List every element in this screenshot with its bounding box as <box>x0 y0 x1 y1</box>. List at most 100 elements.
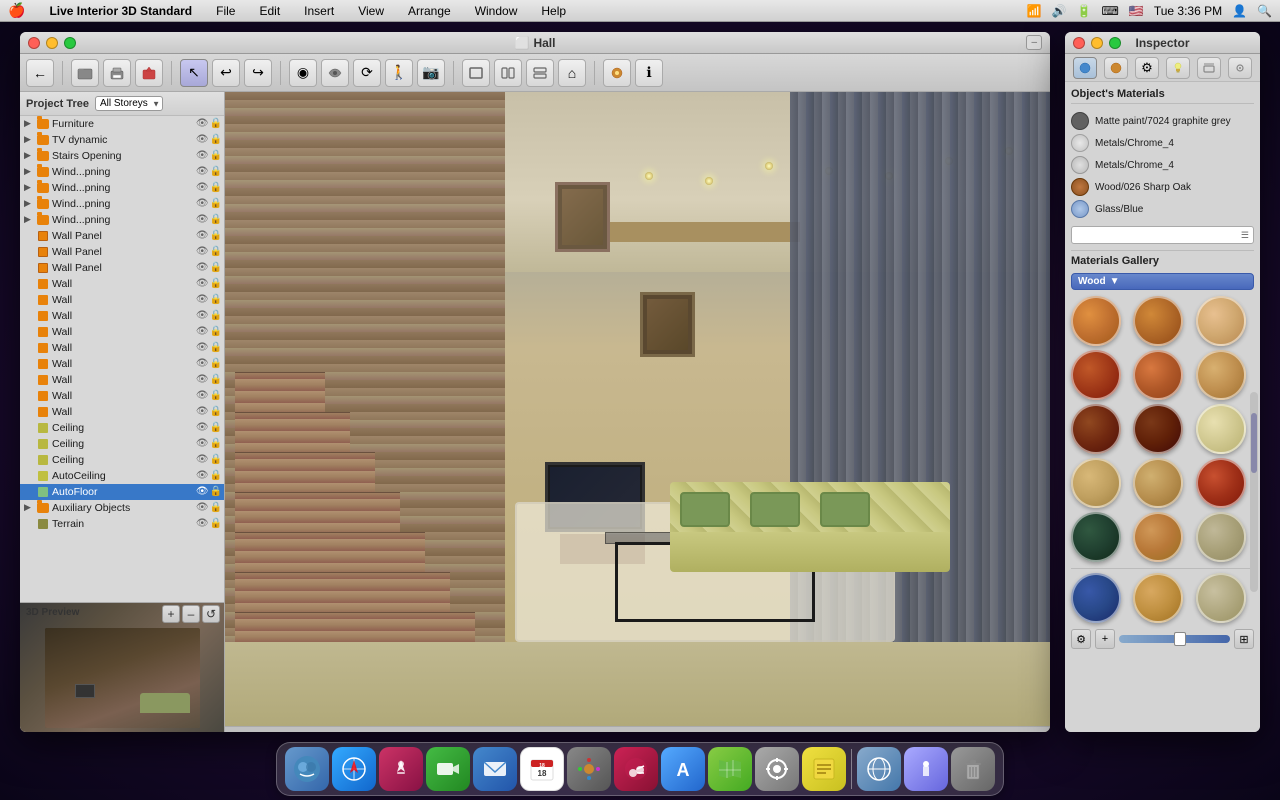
maximize-button[interactable] <box>64 37 76 49</box>
mat-swatch-13[interactable] <box>1133 512 1183 562</box>
dock-item-facetime[interactable] <box>426 747 470 791</box>
open-button[interactable] <box>71 59 99 87</box>
tree-item-wall3[interactable]: Wall 👁🔒 <box>20 308 224 324</box>
file-menu[interactable]: File <box>212 2 239 20</box>
user-icon[interactable]: 👤 <box>1232 4 1247 18</box>
gallery-category-dropdown[interactable]: Wood ▼ <box>1071 273 1254 290</box>
mat-swatch-2[interactable] <box>1196 296 1246 346</box>
help-menu[interactable]: Help <box>537 2 570 20</box>
dock-item-launchpad2[interactable] <box>904 747 948 791</box>
select-tool[interactable]: ↖ <box>180 59 208 87</box>
keyboard-icon[interactable]: ⌨ <box>1102 4 1119 18</box>
mat-swatch-14[interactable] <box>1196 512 1246 562</box>
gallery-settings-button[interactable]: ⚙ <box>1071 629 1091 649</box>
material-row-5[interactable]: Glass/Blue <box>1071 198 1254 220</box>
battery-icon[interactable]: 🔋 <box>1077 4 1092 18</box>
tree-item-wall5[interactable]: Wall 👁🔒 <box>20 340 224 356</box>
tree-item-window3[interactable]: ▶ Wind...pning 👁🔒 <box>20 196 224 212</box>
reset-view-button[interactable]: ↺ <box>202 605 220 623</box>
gallery-view-button[interactable]: ⊞ <box>1234 629 1254 649</box>
tree-item-wall2[interactable]: Wall 👁🔒 <box>20 292 224 308</box>
tree-item-ceiling3[interactable]: Ceiling 👁🔒 <box>20 452 224 468</box>
dock-item-appstore[interactable]: A <box>661 747 705 791</box>
mat-swatch-12[interactable] <box>1071 512 1121 562</box>
inspector-tab-object[interactable] <box>1073 57 1097 79</box>
dock-item-launchpad[interactable] <box>379 747 423 791</box>
tree-toggle[interactable]: ▶ <box>24 118 36 129</box>
tree-item-wall1[interactable]: Wall 👁🔒 <box>20 276 224 292</box>
tree-toggle[interactable]: ▶ <box>24 182 36 193</box>
dock-item-maps[interactable] <box>708 747 752 791</box>
tree-item-wall9[interactable]: Wall 👁🔒 <box>20 404 224 420</box>
dock-item-stickies[interactable] <box>802 747 846 791</box>
slider-thumb[interactable] <box>1174 632 1186 646</box>
share-button[interactable] <box>135 59 163 87</box>
tree-item-autofloor[interactable]: AutoFloor 👁🔒 <box>20 484 224 500</box>
mat-swatch-6[interactable] <box>1071 404 1121 454</box>
volume-icon[interactable]: 🔊 <box>1052 4 1067 18</box>
gallery-dropdown-wrapper[interactable]: Wood ▼ <box>1071 273 1254 290</box>
inspector-tab-dims[interactable] <box>1197 57 1221 79</box>
inspector-scroll-thumb[interactable] <box>1251 413 1257 473</box>
tree-item-wall8[interactable]: Wall 👁🔒 <box>20 388 224 404</box>
dock-item-syspref[interactable] <box>755 747 799 791</box>
tree-item-wall6[interactable]: Wall 👁🔒 <box>20 356 224 372</box>
tree-toggle[interactable]: ▶ <box>24 134 36 145</box>
inspector-scroll-rail[interactable] <box>1250 392 1258 592</box>
render-button[interactable] <box>603 59 631 87</box>
flag-icon[interactable]: 🇺🇸 <box>1129 4 1144 18</box>
inspector-minimize-button[interactable] <box>1091 37 1103 49</box>
dock-item-calendar[interactable]: 1818 <box>520 747 564 791</box>
tree-item-wall7[interactable]: Wall 👁🔒 <box>20 372 224 388</box>
wifi-icon[interactable]: 📶 <box>1027 4 1042 18</box>
dock-item-safari[interactable] <box>332 747 376 791</box>
app-name-menu[interactable]: Live Interior 3D Standard <box>45 2 196 20</box>
dock-item-photos[interactable] <box>567 747 611 791</box>
material-row-4[interactable]: Wood/026 Sharp Oak <box>1071 176 1254 198</box>
inspector-tab-extra[interactable] <box>1228 57 1252 79</box>
material-row-2[interactable]: Metals/Chrome_4 <box>1071 132 1254 154</box>
search-icon[interactable]: 🔍 <box>1257 4 1272 18</box>
minimize-button[interactable] <box>46 37 58 49</box>
person-tool[interactable]: 🚶 <box>385 59 413 87</box>
tree-item-window2[interactable]: ▶ Wind...pning 👁🔒 <box>20 180 224 196</box>
gallery-color-slider[interactable] <box>1119 635 1230 643</box>
back-button[interactable]: ← <box>26 59 54 87</box>
window-menu[interactable]: Window <box>471 2 522 20</box>
gallery-add-button[interactable]: + <box>1095 629 1115 649</box>
inspector-tab-settings[interactable]: ⚙ <box>1135 57 1159 79</box>
close-button[interactable] <box>28 37 40 49</box>
tree-item-auxiliary[interactable]: ▶ Auxiliary Objects 👁🔒 <box>20 500 224 516</box>
tree-toggle[interactable]: ▶ <box>24 150 36 161</box>
view-menu[interactable]: View <box>354 2 388 20</box>
inspector-tab-light[interactable] <box>1166 57 1190 79</box>
mat-swatch-b0[interactable] <box>1071 573 1121 623</box>
mat-swatch-8[interactable] <box>1196 404 1246 454</box>
view-split-v[interactable] <box>494 59 522 87</box>
mat-swatch-b2[interactable] <box>1196 573 1246 623</box>
draw-tool[interactable]: ◉ <box>289 59 317 87</box>
inspector-content[interactable]: Object's Materials Matte paint/7024 grap… <box>1065 82 1260 732</box>
undo-button[interactable]: ↩ <box>212 59 240 87</box>
tree-item-wallpanel3[interactable]: Wall Panel 👁🔒 <box>20 260 224 276</box>
view-home[interactable]: ⌂ <box>558 59 586 87</box>
tree-item-terrain[interactable]: Terrain 👁🔒 <box>20 516 224 532</box>
material-row-1[interactable]: Matte paint/7024 graphite grey <box>1071 110 1254 132</box>
dock-item-itunes[interactable] <box>614 747 658 791</box>
zoom-out-button[interactable]: – <box>182 605 200 623</box>
dock-item-finder[interactable] <box>285 747 329 791</box>
search-input[interactable] <box>1076 230 1241 241</box>
storeys-selector[interactable]: All Storeys <box>95 96 163 111</box>
storeys-dropdown[interactable]: All Storeys <box>95 96 163 111</box>
dock-item-mail[interactable] <box>473 747 517 791</box>
tree-item-window4[interactable]: ▶ Wind...pning 👁🔒 <box>20 212 224 228</box>
viewport-bottom[interactable] <box>225 726 1050 732</box>
collapse-button[interactable]: – <box>1026 35 1042 50</box>
apple-menu[interactable]: 🍎 <box>8 2 25 19</box>
material-row-3[interactable]: Metals/Chrome_4 <box>1071 154 1254 176</box>
dock-item-network[interactable] <box>857 747 901 791</box>
tree-item-wallpanel1[interactable]: Wall Panel 👁🔒 <box>20 228 224 244</box>
mat-swatch-1[interactable] <box>1133 296 1183 346</box>
redo-button[interactable]: ↪ <box>244 59 272 87</box>
camera-tool[interactable]: ⟳ <box>353 59 381 87</box>
